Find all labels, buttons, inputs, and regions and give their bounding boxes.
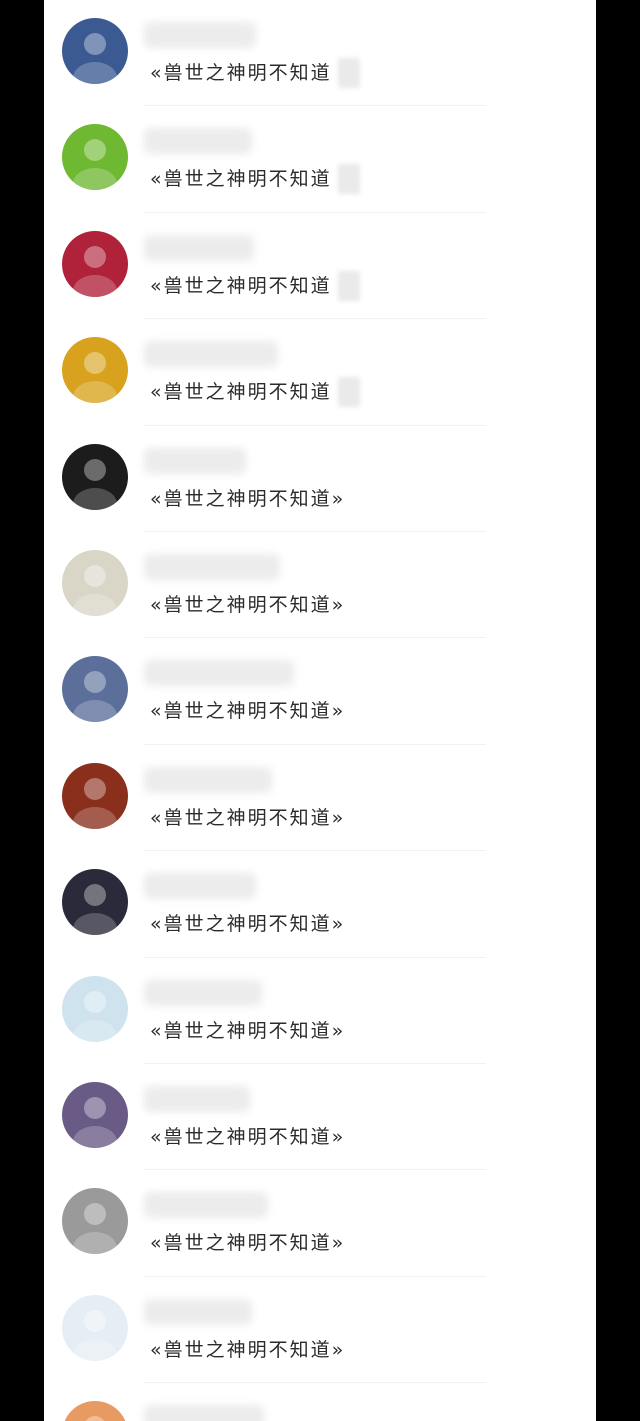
avatar[interactable] [62, 549, 128, 616]
avatar[interactable] [62, 1294, 128, 1361]
avatar[interactable] [62, 18, 128, 84]
statue-icon [62, 443, 128, 510]
avatar[interactable] [62, 1401, 128, 1421]
contact-status-text: «兽世之神明不知道» [150, 1019, 346, 1042]
contact-status-text: «兽世之神明不知道 [150, 381, 332, 404]
contact-name-blurred [144, 553, 280, 580]
blur-mask [338, 58, 360, 88]
contact-row[interactable]: «兽世之神明不知道 [44, 106, 596, 213]
contact-name-blurred [144, 341, 278, 368]
avatar[interactable] [62, 975, 128, 1042]
sunset-icon [62, 869, 128, 936]
avatar[interactable] [62, 230, 128, 297]
contact-row[interactable]: «兽世之神明不知道» [44, 851, 596, 958]
blur-mask [338, 164, 360, 195]
blur-mask [338, 377, 360, 408]
contact-row[interactable] [44, 1383, 596, 1421]
sky-icon [62, 1401, 128, 1421]
contact-status-text: «兽世之神明不知道 [150, 274, 332, 297]
contact-name-blurred [144, 873, 256, 900]
contact-name-blurred [144, 1192, 268, 1219]
anime-boy-icon [62, 656, 128, 723]
clouds-icon [62, 1188, 128, 1255]
contact-status-text: «兽世之神明不知道» [150, 1338, 346, 1361]
contact-status-text: «兽世之神明不知道» [150, 1125, 346, 1148]
contact-name-blurred [144, 1405, 264, 1421]
flowers-icon [62, 549, 128, 616]
jar-icon [62, 975, 128, 1042]
contact-name-blurred [144, 128, 252, 155]
lips-icon [62, 230, 128, 297]
contact-name-blurred [144, 660, 294, 687]
avatar[interactable] [62, 762, 128, 829]
contact-row[interactable]: «兽世之神明不知道» [44, 532, 596, 639]
contact-name-blurred [144, 234, 254, 261]
contact-row[interactable]: «兽世之神明不知道» [44, 426, 596, 532]
girl-portrait-icon [62, 18, 128, 84]
avatar[interactable] [62, 337, 128, 404]
contact-status-text: «兽世之神明不知道» [150, 487, 346, 510]
contact-status-text: «兽世之神明不知道» [150, 593, 346, 616]
contact-row[interactable]: «兽世之神明不知道» [44, 958, 596, 1064]
contact-name-blurred [144, 447, 246, 474]
contact-list: «兽世之神明不知道 «兽世之神明不知道 «兽世之神明不知道 «兽世之神明不知道 «兽世之… [44, 0, 596, 1421]
golden-light-icon [62, 337, 128, 404]
contact-status-text: «兽世之神明不知道 [150, 168, 332, 191]
avatar[interactable] [62, 656, 128, 723]
contact-status-text: «兽世之神明不知道» [150, 700, 346, 723]
contact-row[interactable]: «兽世之神明不知道» [44, 1277, 596, 1384]
contact-name-blurred [144, 979, 262, 1006]
contact-row[interactable]: «兽世之神明不知道» [44, 745, 596, 852]
contact-status-text: «兽世之神明不知道» [150, 913, 346, 936]
avatar[interactable] [62, 869, 128, 936]
blur-mask [338, 270, 360, 301]
contact-list-screen: «兽世之神明不知道 «兽世之神明不知道 «兽世之神明不知道 «兽世之神明不知道 «兽世之… [44, 0, 596, 1421]
avatar[interactable] [62, 124, 128, 191]
warrior-icon [62, 762, 128, 829]
avatar[interactable] [62, 443, 128, 510]
contact-status-text: «兽世之神明不知道» [150, 806, 346, 829]
contact-row[interactable]: «兽世之神明不知道 [44, 319, 596, 426]
avatar[interactable] [62, 1081, 128, 1148]
contact-row[interactable]: «兽世之神明不知道 [44, 213, 596, 320]
green-leaves-icon [62, 124, 128, 191]
contact-status-text: «兽世之神明不知道 [150, 62, 332, 84]
contact-name-blurred [144, 22, 256, 48]
contact-name-blurred [144, 1085, 250, 1112]
contact-status-text: «兽世之神明不知道» [150, 1232, 346, 1255]
contact-name-blurred [144, 1298, 252, 1325]
contact-row[interactable]: «兽世之神明不知道» [44, 638, 596, 745]
couple-icon [62, 1081, 128, 1148]
contact-row[interactable]: «兽世之神明不知道 [44, 0, 596, 107]
contact-name-blurred [144, 766, 272, 793]
anime-girl-icon [62, 1294, 128, 1361]
avatar[interactable] [62, 1188, 128, 1255]
contact-row[interactable]: «兽世之神明不知道» [44, 1170, 596, 1277]
contact-row[interactable]: «兽世之神明不知道» [44, 1064, 596, 1171]
